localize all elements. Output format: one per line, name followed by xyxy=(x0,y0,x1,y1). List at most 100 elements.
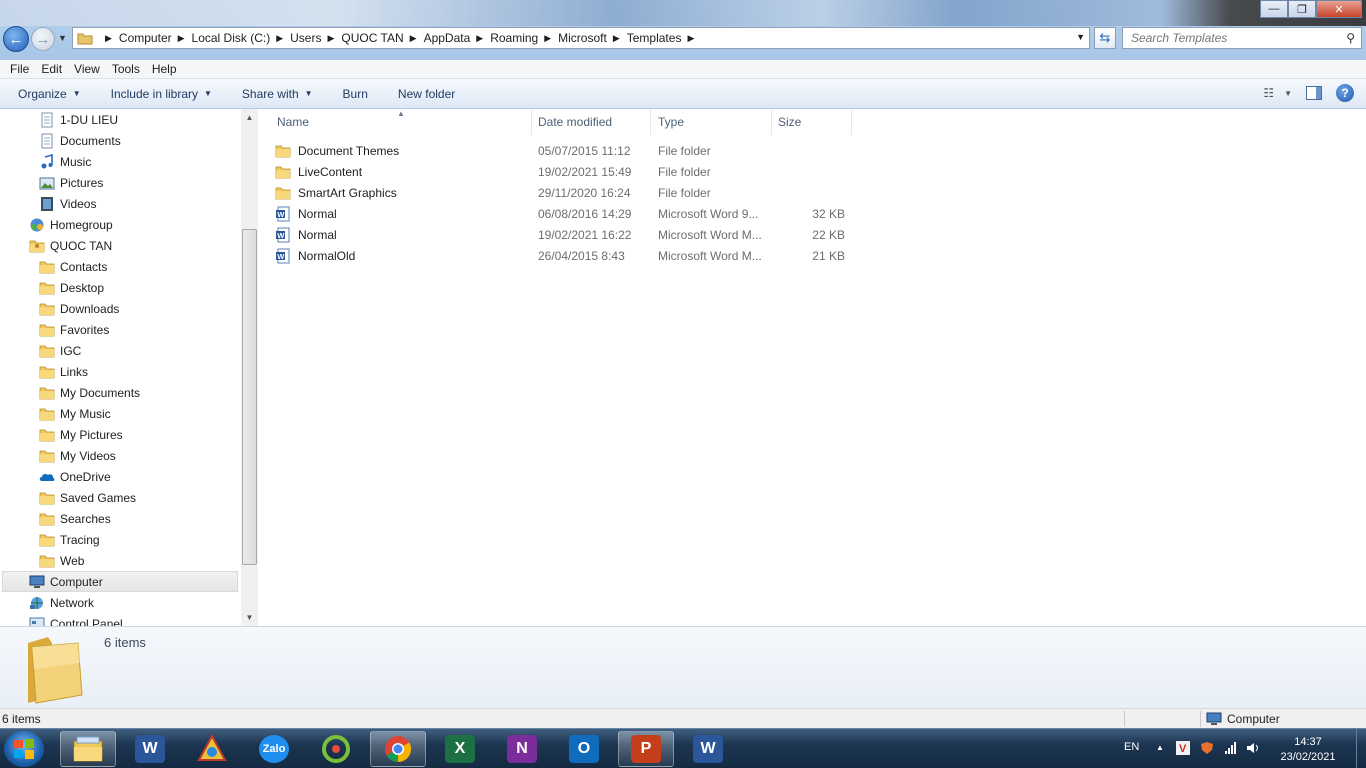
breadcrumb-separator-icon[interactable]: ▶ xyxy=(178,33,185,44)
scrollbar-thumb[interactable] xyxy=(242,229,257,565)
file-row[interactable]: W Normal 06/08/2016 14:29 Microsoft Word 9.… xyxy=(275,203,855,224)
nav-item-my-videos[interactable]: My Videos xyxy=(39,445,116,466)
file-row[interactable]: Document Themes 05/07/2015 11:12 File fold… xyxy=(275,140,855,161)
taskbar-zalo[interactable]: Zalo xyxy=(246,731,302,767)
taskbar-chrome[interactable] xyxy=(370,731,426,767)
breadcrumb-separator-icon[interactable]: ▶ xyxy=(327,33,334,44)
change-view-button[interactable]: ☷ ▼ xyxy=(1263,86,1292,100)
taskbar-outlook[interactable]: O xyxy=(556,731,612,767)
burn-button[interactable]: Burn xyxy=(335,87,376,101)
breadcrumb-item[interactable]: Microsoft ▶ xyxy=(558,31,627,45)
address-bar[interactable]: ▶ Computer ▶ Local Disk (C:) ▶ Users ▶ QUOC TA… xyxy=(72,27,1090,49)
search-icon[interactable]: ⚲ xyxy=(1346,31,1355,45)
breadcrumb-item[interactable]: Users ▶ xyxy=(290,31,341,45)
nav-item-onedrive[interactable]: OneDrive xyxy=(39,466,111,487)
file-row[interactable]: LiveContent 19/02/2021 15:49 File folder xyxy=(275,161,855,182)
nav-item-links[interactable]: Links xyxy=(39,361,88,382)
nav-item-searches[interactable]: Searches xyxy=(39,508,111,529)
include-in-library-button[interactable]: Include in library ▼ xyxy=(103,87,220,101)
back-button[interactable]: ← xyxy=(3,26,29,52)
breadcrumb-item[interactable]: QUOC TAN ▶ xyxy=(341,31,423,45)
taskbar-explorer[interactable] xyxy=(60,731,116,767)
nav-item-my-pictures[interactable]: My Pictures xyxy=(39,424,123,445)
maximize-button[interactable]: ❐ xyxy=(1288,0,1316,18)
language-indicator[interactable]: EN xyxy=(1124,741,1139,753)
clock[interactable]: 14:37 23/02/2021 xyxy=(1278,735,1338,765)
unikey-tray-icon[interactable]: V xyxy=(1176,741,1190,755)
breadcrumb-item[interactable]: Computer ▶ xyxy=(119,31,192,45)
share-with-button[interactable]: Share with ▼ xyxy=(234,87,321,101)
nav-item-contacts[interactable]: Contacts xyxy=(39,256,107,277)
search-box[interactable]: ⚲ xyxy=(1122,27,1362,49)
nav-item-saved-games[interactable]: Saved Games xyxy=(39,487,136,508)
recent-pages-button[interactable]: ▼ xyxy=(58,33,67,43)
search-input[interactable] xyxy=(1131,31,1331,45)
nav-item-documents[interactable]: Documents xyxy=(39,130,121,151)
breadcrumb-item[interactable]: Local Disk (C:) ▶ xyxy=(192,31,291,45)
minimize-button[interactable]: — xyxy=(1260,0,1288,18)
nav-item-homegroup[interactable]: Homegroup xyxy=(29,214,113,235)
nav-item-favorites[interactable]: Favorites xyxy=(39,319,109,340)
nav-item-igc[interactable]: IGC xyxy=(39,340,81,361)
preview-pane-button[interactable] xyxy=(1306,86,1322,100)
breadcrumb-separator-icon[interactable]: ▶ xyxy=(544,33,551,44)
taskbar-excel[interactable]: X xyxy=(432,731,488,767)
taskbar-powerpoint[interactable]: P xyxy=(618,731,674,767)
taskbar-onenote[interactable]: N xyxy=(494,731,550,767)
help-button[interactable]: ? xyxy=(1336,84,1354,102)
breadcrumb-separator-icon[interactable]: ▶ xyxy=(613,33,620,44)
breadcrumb-item[interactable]: Roaming ▶ xyxy=(490,31,558,45)
nav-item-my-documents[interactable]: My Documents xyxy=(39,382,140,403)
column-header-size[interactable]: Size xyxy=(770,109,852,135)
nav-item-computer[interactable]: Computer xyxy=(2,571,238,592)
breadcrumb-item[interactable]: AppData ▶ xyxy=(424,31,491,45)
volume-icon[interactable] xyxy=(1246,741,1260,755)
shield-icon[interactable] xyxy=(1200,741,1214,755)
column-header-type[interactable]: Type xyxy=(650,109,772,135)
nav-item-quoc-tan[interactable]: QUOC TAN xyxy=(29,235,112,256)
organize-button[interactable]: Organize ▼ xyxy=(10,87,89,101)
refresh-button[interactable]: ⇆ xyxy=(1094,27,1116,49)
breadcrumb-separator-icon[interactable]: ▶ xyxy=(687,33,694,44)
new-folder-button[interactable]: New folder xyxy=(390,87,463,101)
scroll-up-arrow[interactable]: ▲ xyxy=(241,109,258,126)
nav-item-my-music[interactable]: My Music xyxy=(39,403,111,424)
scroll-down-arrow[interactable]: ▼ xyxy=(241,609,258,626)
menu-file[interactable]: File xyxy=(4,62,35,76)
nav-item-web[interactable]: Web xyxy=(39,550,84,571)
navigation-scrollbar[interactable]: ▲ ▼ xyxy=(241,109,258,626)
nav-item-pictures[interactable]: Pictures xyxy=(39,172,103,193)
show-desktop-button[interactable] xyxy=(1356,729,1366,768)
taskbar-word[interactable]: W xyxy=(680,731,736,767)
menu-edit[interactable]: Edit xyxy=(35,62,68,76)
file-row[interactable]: W Normal 19/02/2021 16:22 Microsoft Word M.… xyxy=(275,224,855,245)
breadcrumb-separator-icon[interactable]: ▶ xyxy=(476,33,483,44)
show-hidden-icons-button[interactable]: ▲ xyxy=(1156,743,1164,752)
breadcrumb-item[interactable]: Templates ▶ xyxy=(627,31,702,45)
breadcrumb-separator-icon[interactable]: ▶ xyxy=(410,33,417,44)
menu-help[interactable]: Help xyxy=(146,62,183,76)
menu-view[interactable]: View xyxy=(68,62,106,76)
nav-item-control-panel[interactable]: Control Panel xyxy=(29,613,123,626)
nav-item-music[interactable]: Music xyxy=(39,151,91,172)
nav-item-1-du-lieu[interactable]: 1-DU LIEU xyxy=(39,109,118,130)
signal-icon[interactable] xyxy=(1224,741,1238,755)
taskbar-word-pinned[interactable]: W xyxy=(122,731,178,767)
breadcrumb-separator-icon[interactable]: ▶ xyxy=(276,33,283,44)
forward-button[interactable]: → xyxy=(31,27,55,51)
taskbar-unikey[interactable] xyxy=(184,731,240,767)
file-row[interactable]: W NormalOld 26/04/2015 8:43 Microsoft Word … xyxy=(275,245,855,266)
column-header-date-modified[interactable]: Date modified xyxy=(530,109,651,135)
nav-item-desktop[interactable]: Desktop xyxy=(39,277,104,298)
nav-item-downloads[interactable]: Downloads xyxy=(39,298,119,319)
address-dropdown-icon[interactable]: ▼ xyxy=(1076,32,1085,42)
address-separator[interactable]: ▶ xyxy=(99,33,119,44)
start-button[interactable] xyxy=(4,731,44,767)
nav-item-network[interactable]: Network xyxy=(29,592,94,613)
close-button[interactable]: ✕ xyxy=(1316,0,1362,18)
taskbar-app-green[interactable] xyxy=(308,731,364,767)
file-row[interactable]: SmartArt Graphics 29/11/2020 16:24 File fo… xyxy=(275,182,855,203)
nav-item-videos[interactable]: Videos xyxy=(39,193,96,214)
nav-item-tracing[interactable]: Tracing xyxy=(39,529,100,550)
menu-tools[interactable]: Tools xyxy=(106,62,146,76)
